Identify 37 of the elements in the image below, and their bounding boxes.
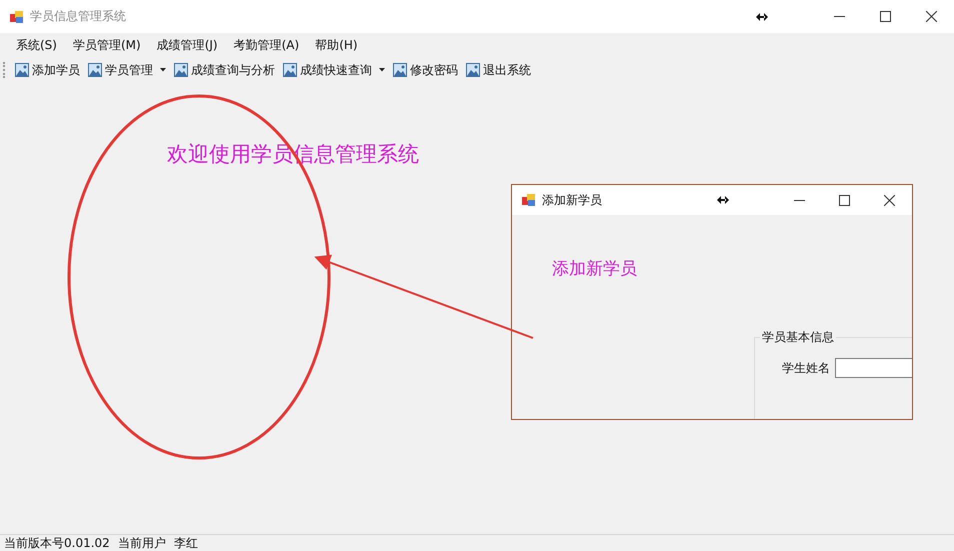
app-icon: [10, 10, 24, 24]
input-field[interactable]: [835, 358, 912, 378]
menu-item[interactable]: 学员管理(M): [64, 37, 149, 54]
toolbar-button[interactable]: 成绩快速查询: [279, 59, 389, 81]
close-icon: [926, 11, 936, 22]
form-heading: 添加新学员: [552, 258, 637, 280]
menu-item[interactable]: 帮助(H): [307, 37, 366, 54]
caret-icon: [160, 68, 166, 72]
picture-icon: [88, 63, 102, 77]
caret-icon: [379, 68, 385, 72]
toolbar-button[interactable]: 添加学员: [11, 59, 84, 81]
window-title: 学员信息管理系统: [30, 8, 126, 25]
status-text: 当前版本号0.01.02: [4, 534, 110, 551]
picture-icon: [174, 63, 188, 77]
field-label: 学生姓名: [782, 360, 830, 376]
picture-icon: [283, 63, 297, 77]
maximize-icon: [839, 194, 850, 206]
menu-item[interactable]: 成绩管理(J): [148, 37, 226, 54]
menu-item[interactable]: 考勤管理(A): [226, 37, 308, 54]
status-text: 当前用户: [118, 534, 166, 551]
picture-icon: [466, 63, 480, 77]
maximize-icon: [880, 11, 890, 22]
child-window-title: 添加新学员: [542, 192, 602, 208]
picture-icon: [393, 63, 407, 77]
resize-cursor-icon: [756, 12, 768, 20]
toolbar-button[interactable]: 修改密码: [389, 59, 462, 81]
toolbar-button[interactable]: 成绩查询与分析: [170, 59, 279, 81]
close-icon: [884, 194, 895, 206]
menu-item[interactable]: 系统(S): [8, 37, 65, 54]
toolbar-button[interactable]: 退出系统: [462, 59, 535, 81]
toolbar-grip[interactable]: [3, 62, 7, 78]
picture-icon: [15, 63, 29, 77]
toolbar-button[interactable]: 学员管理: [84, 59, 170, 81]
app-icon: [522, 193, 536, 207]
status-text: 李红: [174, 534, 198, 551]
group-title: 学员基本信息: [760, 329, 836, 346]
resize-cursor-icon: [717, 196, 729, 204]
